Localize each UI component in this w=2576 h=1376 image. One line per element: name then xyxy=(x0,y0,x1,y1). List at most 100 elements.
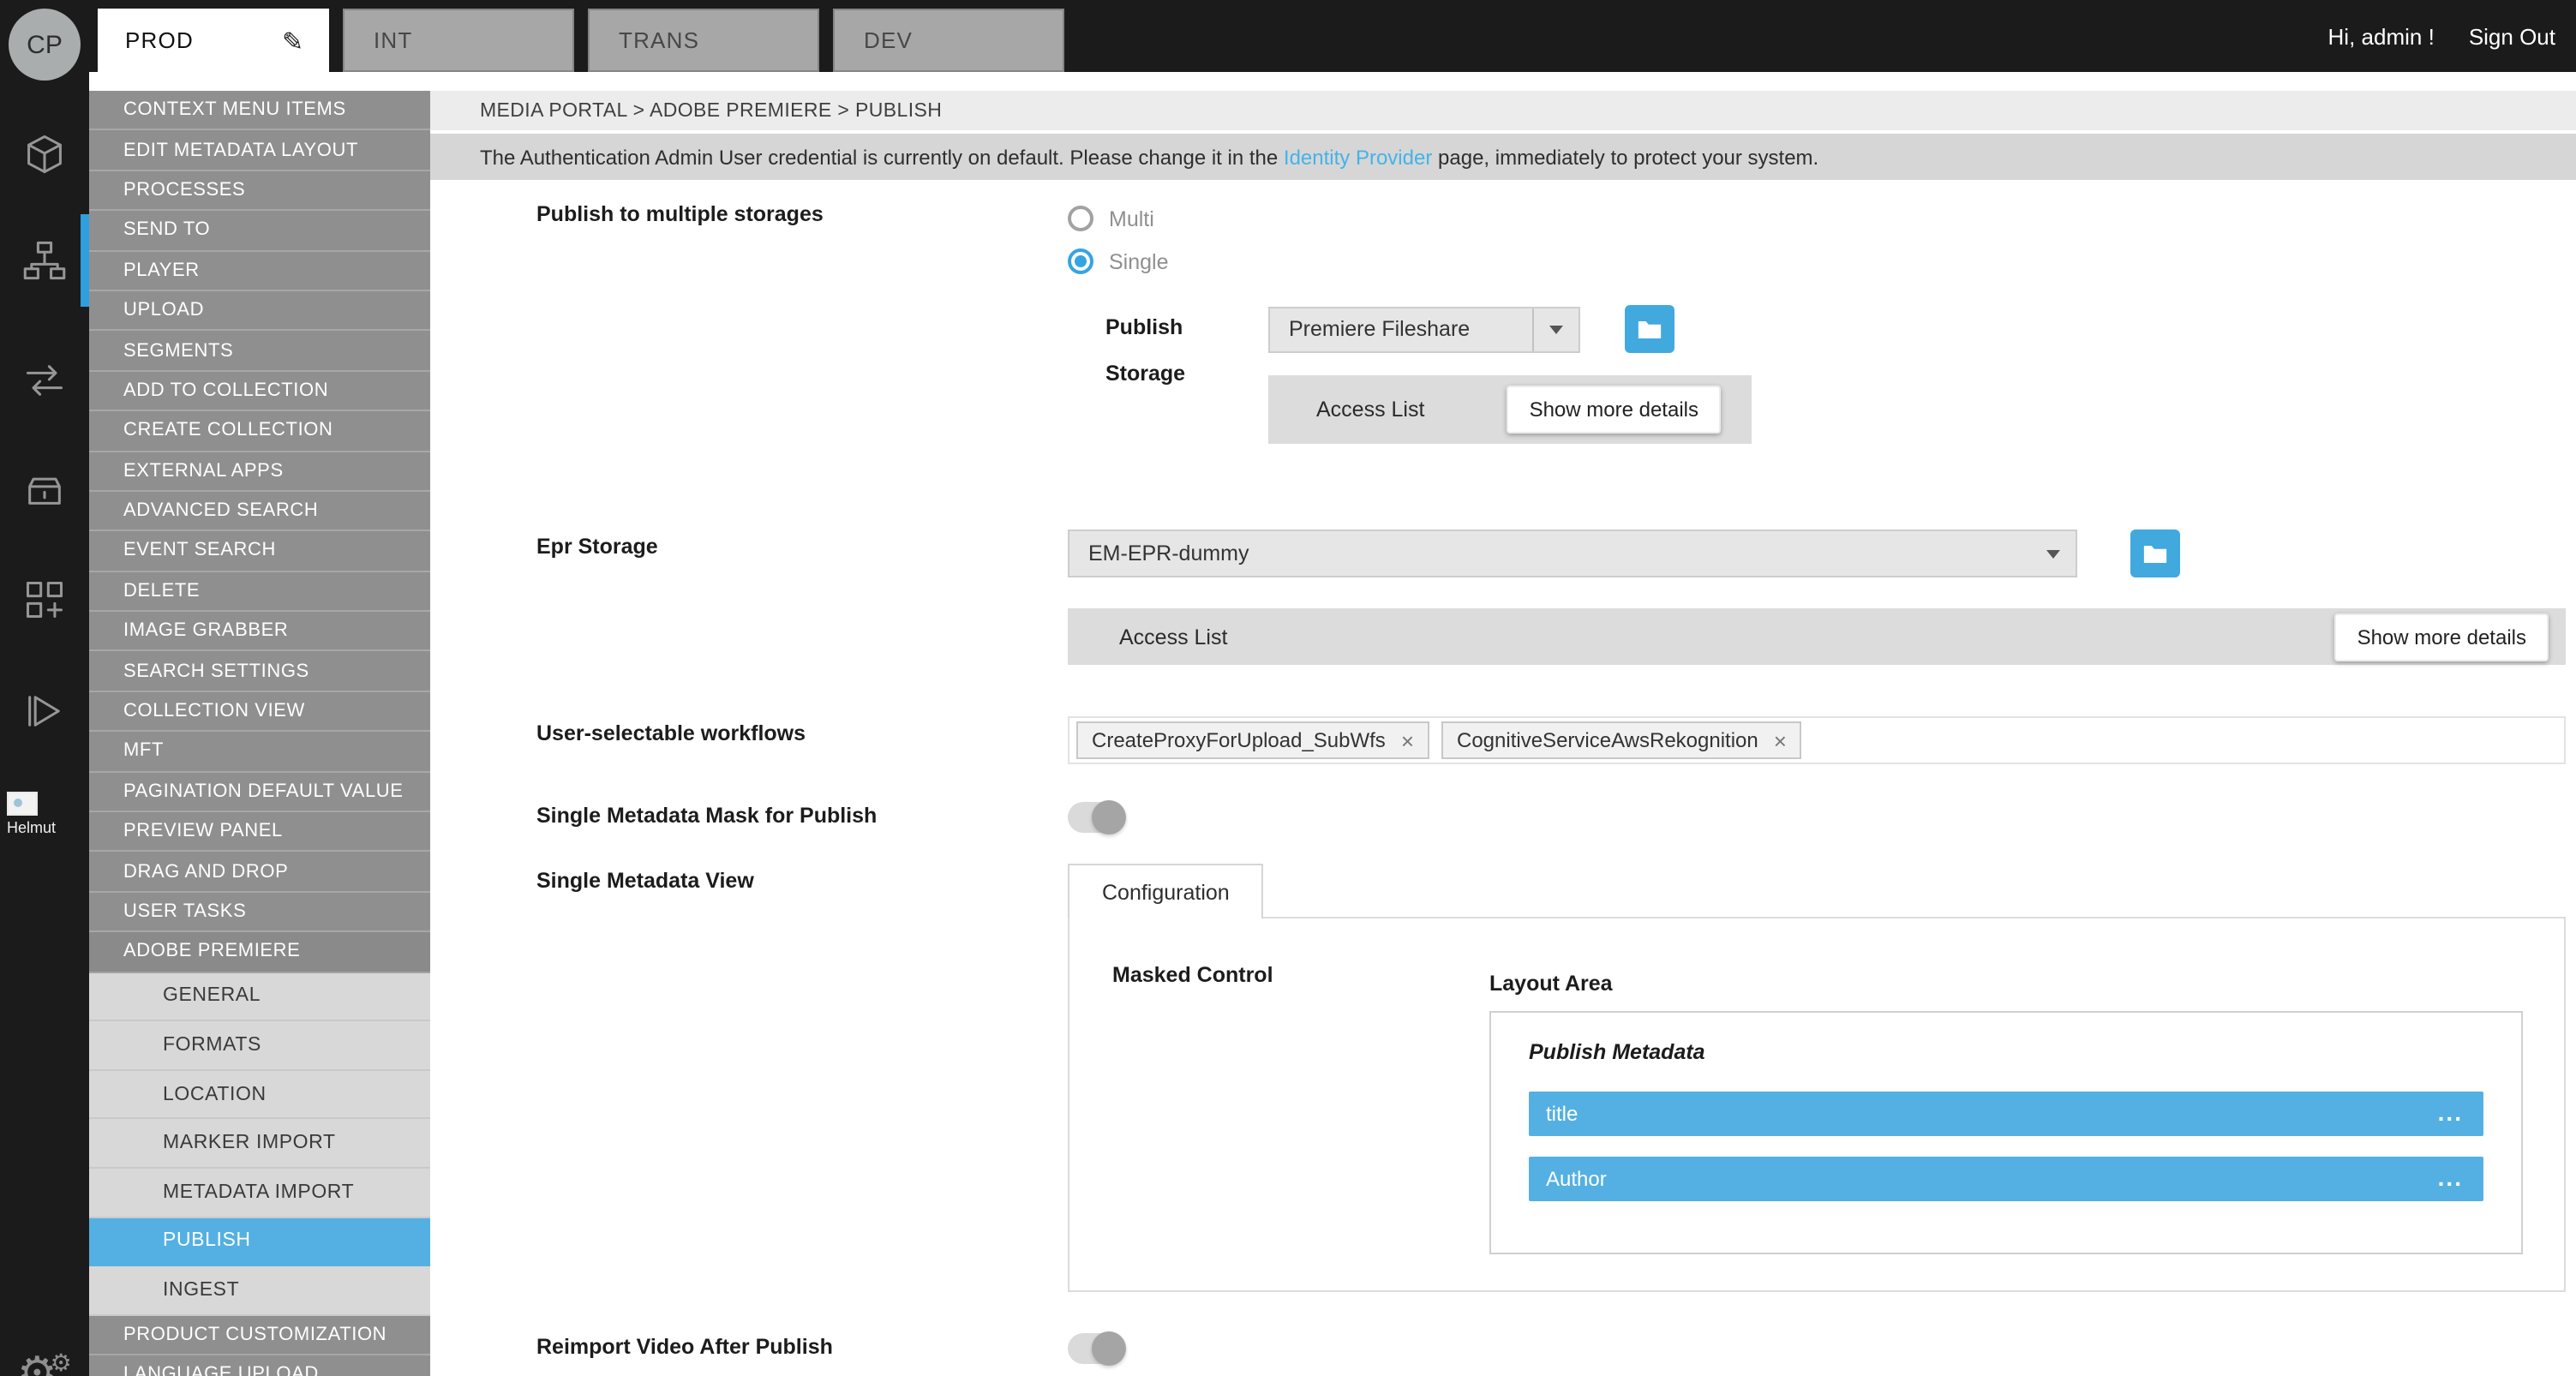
avatar[interactable]: CP xyxy=(9,9,81,81)
sidebar-item-metadata-import[interactable]: METADATA IMPORT xyxy=(89,1169,430,1217)
radio-multi-label: Multi xyxy=(1109,206,1154,230)
publish-storage-label: Publish Storage xyxy=(1105,305,1208,444)
tab-int[interactable]: INT xyxy=(343,9,574,72)
sidebar-item-external-apps[interactable]: EXTERNAL APPS xyxy=(89,452,430,492)
show-more-details-button[interactable]: Show more details xyxy=(1507,386,1721,434)
workflow-chip[interactable]: CognitiveServiceAwsRekognition × xyxy=(1441,721,1802,759)
sidebar-item-drag-and-drop[interactable]: DRAG AND DROP xyxy=(89,853,430,893)
player-icon[interactable] xyxy=(22,689,67,733)
sidebar-item-general[interactable]: GENERAL xyxy=(89,972,430,1021)
sidebar-item-advanced-search[interactable]: ADVANCED SEARCH xyxy=(89,492,430,532)
browse-publish-storage-button[interactable] xyxy=(1625,305,1674,353)
sidebar-item-collection-view[interactable]: COLLECTION VIEW xyxy=(89,692,430,733)
configuration-panel: Masked Control Layout Area Publish Metad… xyxy=(1068,917,2566,1292)
environment-tabs: PROD ✎ INT TRANS DEV xyxy=(98,9,1064,72)
apps-icon[interactable] xyxy=(22,577,67,622)
reimport-toggle[interactable] xyxy=(1068,1333,1123,1364)
epr-access-bar: Access List Show more details xyxy=(1068,608,2566,665)
layout-area-label: Layout Area xyxy=(1489,972,2523,996)
sidebar-item-language-upload[interactable]: LANGUAGE UPLOAD xyxy=(89,1355,430,1376)
sidebar-item-send-to[interactable]: SEND TO xyxy=(89,211,430,251)
sidebar-item-context-menu-items[interactable]: CONTEXT MENU ITEMS xyxy=(89,91,430,131)
reimport-label: Reimport Video After Publish xyxy=(536,1330,1068,1359)
sidebar-item-ingest[interactable]: INGEST xyxy=(89,1266,430,1315)
sidebar-item-edit-metadata-layout[interactable]: EDIT METADATA LAYOUT xyxy=(89,131,430,171)
more-options-icon[interactable]: ... xyxy=(2438,1174,2463,1183)
remove-icon[interactable]: × xyxy=(1774,729,1787,751)
warning-text-before: The Authentication Admin User credential… xyxy=(480,145,1278,169)
sidebar-item-segments[interactable]: SEGMENTS xyxy=(89,332,430,372)
sidebar-item-product-customization[interactable]: PRODUCT CUSTOMIZATION xyxy=(89,1316,430,1356)
tab-trans[interactable]: TRANS xyxy=(588,9,819,72)
tab-configuration[interactable]: Configuration xyxy=(1068,864,1264,918)
sidebar-item-formats[interactable]: FORMATS xyxy=(89,1021,430,1070)
metadata-field-row[interactable]: title ... xyxy=(1529,1092,2483,1136)
settings-gear-icon[interactable]: ⚙⚙ xyxy=(17,1347,79,1376)
masked-control-label: Masked Control xyxy=(1112,963,1489,987)
sidebar-item-marker-import[interactable]: MARKER IMPORT xyxy=(89,1120,430,1169)
single-mask-toggle[interactable] xyxy=(1068,802,1123,833)
metadata-field-label: Author xyxy=(1546,1167,1607,1191)
toggle-knob xyxy=(1092,1331,1126,1366)
tab-trans-label: TRANS xyxy=(619,27,699,53)
workflow-chip-label: CreateProxyForUpload_SubWfs xyxy=(1092,728,1386,752)
tab-prod-label: PROD xyxy=(125,27,194,53)
sidebar-item-search-settings[interactable]: SEARCH SETTINGS xyxy=(89,652,430,692)
workflows-icon[interactable] xyxy=(22,238,67,283)
chevron-down-icon[interactable] xyxy=(2029,531,2076,576)
collection-icon[interactable] xyxy=(22,466,67,511)
gear-small-icon: ⚙ xyxy=(51,1349,72,1376)
row-single-mask: Single Metadata Mask for Publish xyxy=(536,799,2566,833)
modules-icon[interactable] xyxy=(22,132,67,176)
publish-storage-value: Premiere Fileshare xyxy=(1289,317,1470,341)
transfer-icon[interactable] xyxy=(22,358,67,403)
helmut-label: Helmut xyxy=(7,819,82,836)
sidebar-item-player[interactable]: PLAYER xyxy=(89,251,430,291)
sidebar-item-pagination-default-value[interactable]: PAGINATION DEFAULT VALUE xyxy=(89,772,430,812)
publish-storage-select[interactable]: Premiere Fileshare xyxy=(1268,306,1580,352)
broken-image-icon xyxy=(7,792,38,816)
sidebar-item-create-collection[interactable]: CREATE COLLECTION xyxy=(89,411,430,452)
sidebar-item-user-tasks[interactable]: USER TASKS xyxy=(89,893,430,933)
epr-storage-select[interactable]: EM-EPR-dummy xyxy=(1068,529,2077,577)
workflow-chip[interactable]: CreateProxyForUpload_SubWfs × xyxy=(1076,721,1429,759)
sidebar-item-processes[interactable]: PROCESSES xyxy=(89,171,430,212)
greeting-text: Hi, admin ! xyxy=(2328,23,2435,49)
publish-storage-access-panel: Access List Show more details xyxy=(1268,375,1752,444)
browse-epr-storage-button[interactable] xyxy=(2130,529,2180,577)
show-more-details-button[interactable]: Show more details xyxy=(2335,613,2549,661)
workflows-label: User-selectable workflows xyxy=(536,716,1068,764)
remove-icon[interactable]: × xyxy=(1401,729,1414,751)
more-options-icon[interactable]: ... xyxy=(2438,1109,2463,1118)
sidebar-item-adobe-premiere[interactable]: ADOBE PREMIERE xyxy=(89,932,430,972)
breadcrumb: MEDIA PORTAL > ADOBE PREMIERE > PUBLISH xyxy=(430,91,2576,130)
sidebar-item-event-search[interactable]: EVENT SEARCH xyxy=(89,532,430,572)
row-publish-multiple: Publish to multiple storages Multi Singl… xyxy=(536,197,2566,444)
radio-single[interactable] xyxy=(1068,248,1093,274)
row-workflows: User-selectable workflows CreateProxyFor… xyxy=(536,716,2566,764)
radio-multi[interactable] xyxy=(1068,206,1093,231)
sidebar-item-upload[interactable]: UPLOAD xyxy=(89,291,430,332)
identity-provider-link[interactable]: Identity Provider xyxy=(1284,145,1432,169)
row-single-view: Single Metadata View Configuration Maske… xyxy=(536,864,2566,1292)
sidebar-item-delete[interactable]: DELETE xyxy=(89,571,430,612)
sidebar-item-mft[interactable]: MFT xyxy=(89,733,430,773)
layout-area-box: Publish Metadata title ... Author ... xyxy=(1489,1011,2523,1254)
workflows-input[interactable]: CreateProxyForUpload_SubWfs × CognitiveS… xyxy=(1068,716,2566,764)
sidebar-item-add-to-collection[interactable]: ADD TO COLLECTION xyxy=(89,371,430,411)
sidebar-item-image-grabber[interactable]: IMAGE GRABBER xyxy=(89,612,430,652)
sidebar-item-location[interactable]: LOCATION xyxy=(89,1071,430,1120)
epr-storage-value: EM-EPR-dummy xyxy=(1088,541,1249,565)
workflow-chip-label: CognitiveServiceAwsRekognition xyxy=(1457,728,1758,752)
sidebar-item-preview-panel[interactable]: PREVIEW PANEL xyxy=(89,812,430,853)
tab-dev[interactable]: DEV xyxy=(833,9,1064,72)
sidebar-item-publish[interactable]: PUBLISH xyxy=(89,1217,430,1266)
chevron-down-icon[interactable] xyxy=(1532,308,1579,350)
metadata-field-row[interactable]: Author ... xyxy=(1529,1157,2483,1201)
access-list-label: Access List xyxy=(1119,625,1227,649)
folder-icon xyxy=(1637,318,1662,340)
tab-prod[interactable]: PROD ✎ xyxy=(98,9,329,72)
metadata-field-label: title xyxy=(1546,1102,1578,1126)
sign-out-button[interactable]: Sign Out xyxy=(2469,23,2555,49)
folder-icon xyxy=(2142,542,2168,565)
